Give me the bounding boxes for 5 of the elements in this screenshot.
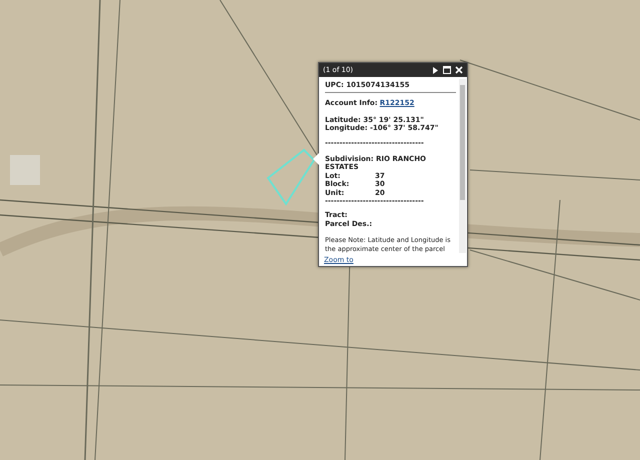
parcel-outline <box>266 148 316 206</box>
scrollbar[interactable] <box>459 79 466 253</box>
close-icon[interactable] <box>455 66 463 74</box>
next-icon[interactable] <box>432 66 439 74</box>
maximize-icon[interactable] <box>443 66 451 74</box>
